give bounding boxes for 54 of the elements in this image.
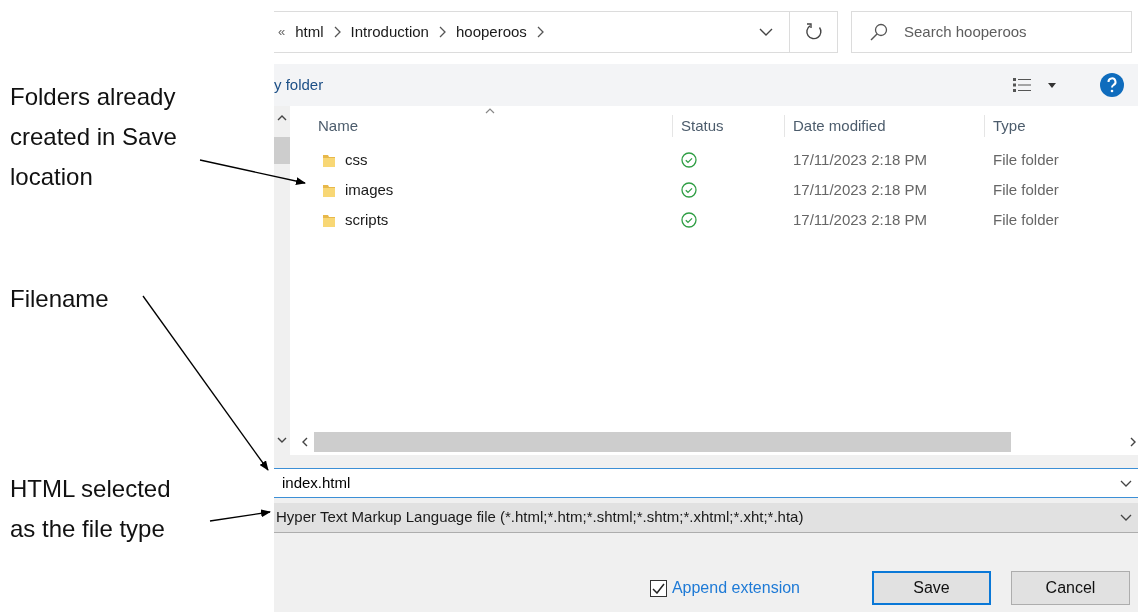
file-type: File folder [992,209,1060,230]
dropdown-chevron-icon[interactable] [759,28,773,36]
annotation-text: HTML selected as the file type [10,474,171,544]
overflow-chevron[interactable]: « [278,22,286,42]
date-modified: 17/11/2023 2:18 PM [792,179,928,200]
date-modified: 17/11/2023 2:18 PM [792,149,928,170]
folder-icon [323,183,335,197]
date-modified: 17/11/2023 2:18 PM [792,209,928,230]
column-header[interactable]: Date modified [785,114,985,137]
breadcrumb-item[interactable]: hooperoos [455,20,527,44]
scrollbar-thumb[interactable] [274,137,290,164]
dropdown-chevron-icon [1120,514,1132,521]
scroll-right-icon[interactable] [1130,437,1136,447]
cancel-button[interactable]: Cancel [1011,571,1130,605]
annotation-arrow [209,509,271,522]
scroll-left-icon[interactable] [302,437,308,447]
column-header[interactable]: Name [290,114,673,137]
scroll-down-icon[interactable] [277,437,287,443]
file-name[interactable]: images [345,178,394,202]
search-icon [870,23,888,41]
sort-caret-icon [485,108,495,114]
vertical-scrollbar[interactable] [274,106,290,455]
chevron-right-icon [438,26,446,38]
checkbox[interactable] [649,579,667,597]
address-bar[interactable]: « html Introduction hooperoos [274,11,838,53]
view-options-icon[interactable] [1012,77,1032,93]
breadcrumb-item[interactable]: html [295,20,324,44]
search-field[interactable]: Search hooperoos [902,19,1102,45]
scroll-up-icon[interactable] [277,115,287,121]
column-header[interactable]: Status [673,114,785,137]
file-type: File folder [992,179,1060,200]
file-name[interactable]: scripts [345,208,389,232]
chevron-right-icon [536,26,544,38]
annotation-text: Folders already created in Save location [10,82,177,192]
checkbox-label[interactable]: Append extension [671,576,800,600]
save-button[interactable]: Save [872,571,991,605]
breadcrumb-item[interactable]: Introduction [350,20,429,44]
chevron-right-icon [333,26,341,38]
search-box[interactable]: Search hooperoos [851,11,1132,53]
filename-field[interactable]: index.html [280,470,1120,496]
filename-combobox[interactable]: index.html [274,468,1138,498]
help-icon[interactable] [1100,73,1124,97]
dropdown-chevron-icon[interactable] [1120,479,1132,487]
caret-icon[interactable] [1048,82,1056,88]
file-name[interactable]: css [345,148,368,172]
folder-icon [323,213,335,227]
folder-icon [323,153,335,167]
file-type: File folder [992,149,1060,170]
file-type-dropdown[interactable]: Hyper Text Markup Language file (*.html;*.htm;*.shtml;*.shtm;*.xhtml;*.xht;*.hta) [274,503,1138,533]
refresh-icon[interactable] [804,23,823,41]
column-header[interactable]: Type [985,114,1138,137]
scrollbar-thumb[interactable] [314,432,1011,452]
annotation-text: Filename [10,284,109,314]
new-folder-button[interactable]: y folder [274,73,324,97]
